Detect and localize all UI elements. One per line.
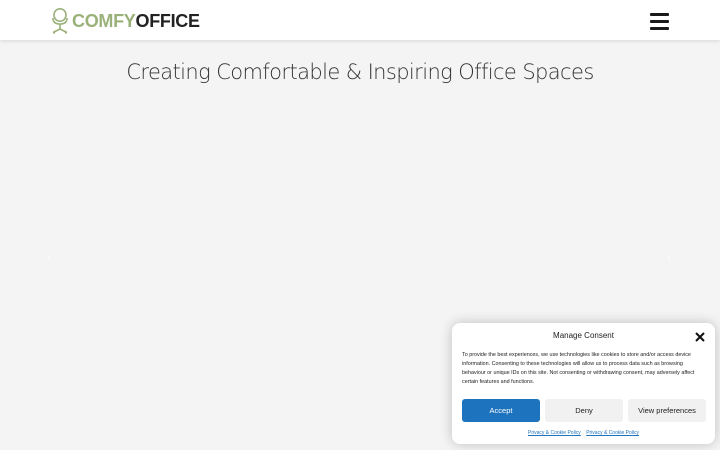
logo-text: COMFYOFFICE bbox=[72, 8, 200, 34]
close-icon[interactable] bbox=[694, 331, 706, 343]
menu-bar-top bbox=[650, 13, 669, 16]
hero-title: Creating Comfortable & Inspiring Office … bbox=[126, 60, 594, 84]
consent-links: Privacy & Cookie Policy Privacy & Cookie… bbox=[452, 429, 715, 437]
slider-prev-arrow-icon[interactable]: ‹ bbox=[44, 252, 54, 266]
page: COMFYOFFICE Creating Comfortable & Inspi… bbox=[0, 0, 720, 450]
view-preferences-button[interactable]: View preferences bbox=[628, 399, 706, 422]
site-header: COMFYOFFICE bbox=[0, 0, 720, 40]
logo-text-office: OFFICE bbox=[135, 11, 201, 31]
privacy-cookie-policy-link[interactable]: Privacy & Cookie Policy bbox=[528, 430, 581, 436]
logo-text-comfy: COMFY bbox=[72, 11, 136, 31]
hamburger-menu-icon[interactable] bbox=[648, 10, 672, 32]
accept-button[interactable]: Accept bbox=[462, 399, 540, 422]
menu-bar-middle bbox=[650, 20, 669, 23]
slider-next-arrow-icon[interactable]: › bbox=[664, 252, 674, 266]
cookie-consent-dialog: Manage Consent To provide the best exper… bbox=[452, 323, 715, 444]
deny-button[interactable]: Deny bbox=[545, 399, 623, 422]
menu-bar-bottom bbox=[650, 27, 669, 30]
privacy-cookie-policy-link-2[interactable]: Privacy & Cookie Policy bbox=[586, 430, 639, 436]
office-chair-icon bbox=[52, 8, 68, 34]
site-logo[interactable]: COMFYOFFICE bbox=[50, 8, 200, 34]
consent-title: Manage Consent bbox=[553, 331, 614, 340]
consent-text: To provide the best experiences, we use … bbox=[462, 352, 695, 385]
